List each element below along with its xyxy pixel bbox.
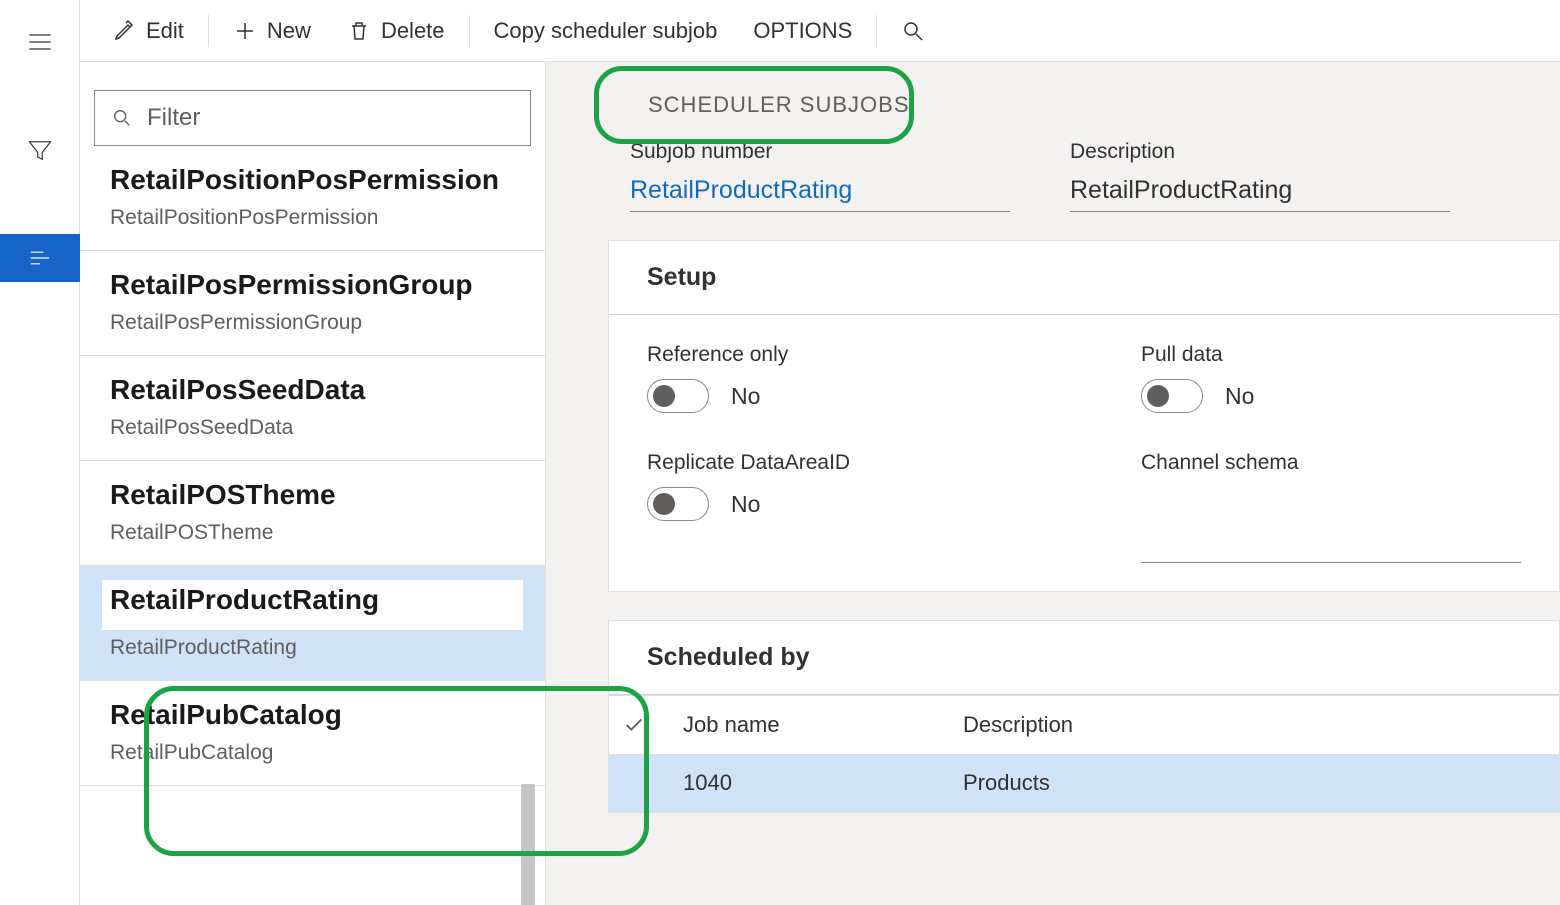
separator [469, 15, 470, 47]
checkmark-icon[interactable] [623, 714, 683, 736]
cell-job-name: 1040 [683, 770, 963, 796]
filter-box[interactable] [94, 90, 531, 146]
filter-input[interactable] [147, 104, 514, 132]
separator [208, 15, 209, 47]
description-value[interactable]: RetailProductRating [1070, 170, 1450, 212]
list-item[interactable]: RetailPubCatalog RetailPubCatalog [80, 681, 545, 786]
edit-label: Edit [146, 18, 184, 44]
channel-schema-label: Channel schema [1141, 451, 1521, 475]
new-button[interactable]: New [221, 14, 323, 48]
command-bar: Edit New Delete Copy scheduler subjob OP… [80, 0, 1560, 62]
new-label: New [267, 18, 311, 44]
setup-title: Setup [609, 241, 1559, 315]
replicate-dataareaid-label: Replicate DataAreaID [647, 451, 1001, 475]
copy-label: Copy scheduler subjob [494, 18, 718, 44]
search-button[interactable] [889, 15, 937, 47]
list-item[interactable]: RetailPosPermissionGroup RetailPosPermiss… [80, 251, 545, 356]
toggle-text: No [731, 383, 760, 410]
table-row[interactable]: 1040 Products [609, 754, 1559, 812]
list-item[interactable]: RetailPosSeedData RetailPosSeedData [80, 356, 545, 461]
channel-schema-field[interactable] [1141, 523, 1521, 563]
item-title: RetailProductRating [110, 584, 515, 616]
options-button[interactable]: OPTIONS [741, 14, 864, 48]
scheduled-by-panel: Scheduled by Job name Description 1040 P… [608, 620, 1560, 813]
reference-only-label: Reference only [647, 343, 1001, 367]
subjob-number-value[interactable]: RetailProductRating [630, 170, 1010, 212]
list-icon[interactable] [0, 234, 80, 282]
item-sub: RetailPositionPosPermission [110, 206, 515, 230]
item-sub: RetailProductRating [110, 636, 515, 660]
col-description[interactable]: Description [963, 712, 1549, 738]
scrollbar-thumb[interactable] [521, 784, 535, 905]
pull-data-label: Pull data [1141, 343, 1521, 367]
description-label: Description [1070, 140, 1450, 164]
separator [876, 15, 877, 47]
item-title: RetailPubCatalog [110, 699, 515, 731]
page-heading: SCHEDULER SUBJOBS [624, 76, 1560, 134]
item-title: RetailPosPermissionGroup [110, 269, 515, 301]
col-job-name[interactable]: Job name [683, 712, 963, 738]
delete-button[interactable]: Delete [335, 14, 457, 48]
toggle-text: No [1225, 383, 1254, 410]
cell-description: Products [963, 770, 1549, 796]
replicate-dataareaid-toggle[interactable] [647, 487, 709, 521]
list-item[interactable]: RetailPositionPosPermission RetailPositio… [80, 164, 545, 251]
item-sub: RetailPOSTheme [110, 521, 515, 545]
edit-button[interactable]: Edit [100, 14, 196, 48]
pull-data-toggle[interactable] [1141, 379, 1203, 413]
item-sub: RetailPubCatalog [110, 741, 515, 765]
table-header: Job name Description [609, 696, 1559, 754]
scheduled-by-title: Scheduled by [609, 621, 1559, 695]
detail-pane: SCHEDULER SUBJOBS Subjob number RetailPr… [546, 62, 1560, 905]
item-title: RetailPositionPosPermission [110, 164, 515, 196]
item-sub: RetailPosPermissionGroup [110, 311, 515, 335]
list-pane: RetailPositionPosPermission RetailPositio… [80, 62, 546, 905]
list-item-selected[interactable]: RetailProductRating RetailProductRating [80, 566, 545, 681]
subjob-number-label: Subjob number [630, 140, 1010, 164]
delete-label: Delete [381, 18, 445, 44]
filter-icon[interactable] [16, 126, 64, 174]
left-rail [0, 0, 80, 905]
reference-only-toggle[interactable] [647, 379, 709, 413]
options-label: OPTIONS [753, 18, 852, 44]
hamburger-icon[interactable] [16, 18, 64, 66]
setup-panel: Setup Reference only No Pull data No [608, 240, 1560, 592]
toggle-text: No [731, 491, 760, 518]
item-title: RetailPosSeedData [110, 374, 515, 406]
search-icon [111, 107, 133, 129]
list-item[interactable]: RetailPOSTheme RetailPOSTheme [80, 461, 545, 566]
item-title: RetailPOSTheme [110, 479, 515, 511]
item-sub: RetailPosSeedData [110, 416, 515, 440]
copy-subjob-button[interactable]: Copy scheduler subjob [482, 14, 730, 48]
